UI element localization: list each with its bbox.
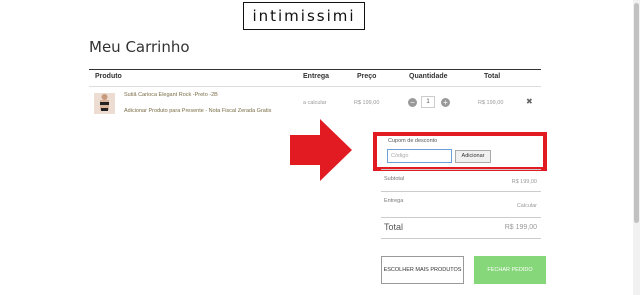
item-total: R$ 199,00 — [478, 100, 504, 106]
quantity-decrease-button[interactable]: − — [408, 98, 417, 107]
continue-shopping-button[interactable]: ESCOLHER MAIS PRODUTOS — [381, 256, 464, 284]
column-header-price: Preço — [357, 73, 377, 80]
scrollbar-thumb[interactable] — [634, 3, 639, 223]
brand-logo[interactable]: intimissimi — [243, 2, 365, 30]
summary-divider — [381, 191, 541, 192]
delivery-value[interactable]: Calcular — [457, 203, 537, 209]
product-thumbnail[interactable] — [94, 93, 115, 114]
red-arrow-icon — [290, 119, 352, 186]
coupon-code-input[interactable]: Código — [387, 149, 452, 163]
item-price: R$ 199,00 — [354, 100, 380, 106]
column-header-product: Produto — [95, 73, 122, 80]
coupon-label: Cupom de desconto — [388, 138, 438, 144]
product-name-link[interactable]: Sutiã Carioca Elegant Rock -Preto -2B — [124, 92, 218, 98]
total-value: R$ 199,00 — [504, 224, 537, 231]
column-header-quantity: Quantidade — [409, 73, 448, 80]
header-divider — [89, 69, 541, 70]
summary-divider — [381, 217, 541, 218]
page-title: Meu Carrinho — [89, 38, 190, 56]
checkout-button[interactable]: FECHAR PEDIDO — [474, 256, 546, 284]
total-label: Total — [384, 222, 404, 232]
column-header-delivery: Entrega — [303, 73, 330, 80]
gift-option-link[interactable]: Adicionar Produto para Presente - Nota F… — [124, 108, 271, 114]
coupon-add-button[interactable]: Adicionar — [455, 150, 491, 163]
quantity-increase-button[interactable]: + — [441, 98, 450, 107]
item-delivery: a calcular — [303, 100, 327, 106]
column-header-total: Total — [484, 73, 501, 80]
subtotal-value: R$ 199,00 — [511, 179, 537, 185]
subtotal-label: Subtotal — [384, 176, 405, 182]
summary-divider — [381, 238, 541, 239]
remove-item-icon[interactable]: ✖ — [526, 97, 533, 106]
delivery-label: Entrega — [384, 198, 404, 204]
row-divider — [89, 86, 541, 87]
summary-divider — [381, 169, 541, 170]
quantity-input[interactable]: 1 — [421, 96, 435, 108]
